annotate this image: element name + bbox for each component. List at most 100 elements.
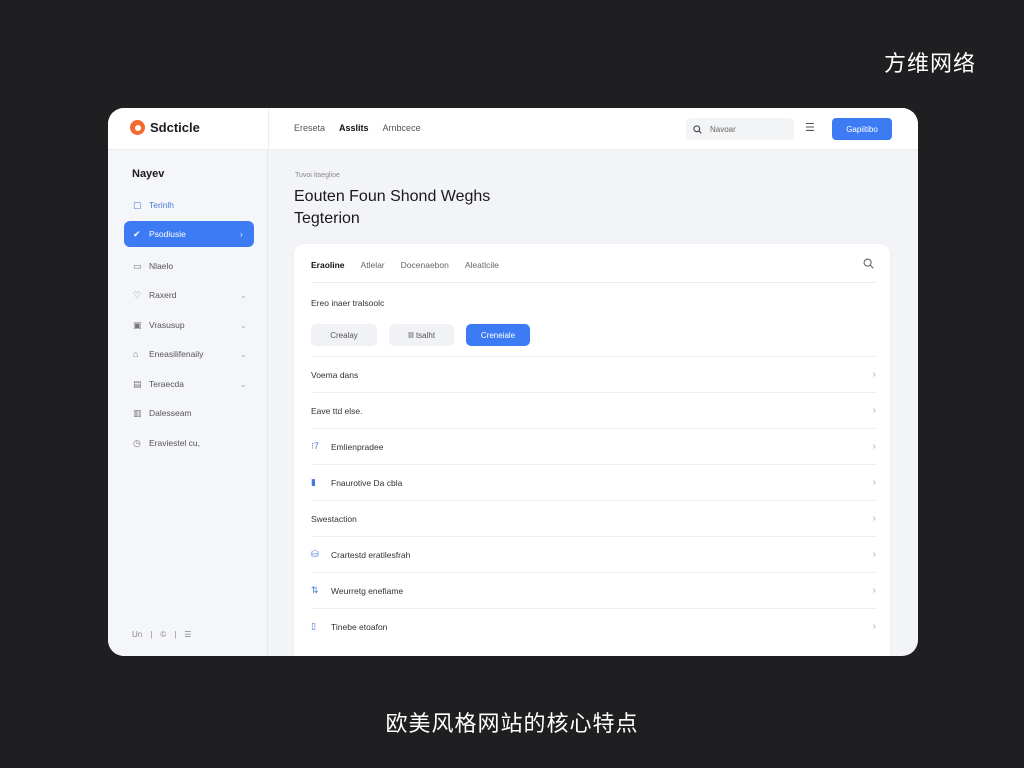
search-icon[interactable] — [863, 258, 874, 269]
folder-icon: ▥ — [133, 407, 142, 418]
sidebar-item-eraviestel[interactable]: ◷ Eraviestel cu, — [124, 430, 254, 456]
breadcrumb[interactable]: Tuvoi itaeglioe — [295, 172, 340, 179]
list-item[interactable]: Swestaction › — [311, 500, 876, 536]
chevron-down-icon: ⌄ — [240, 320, 247, 330]
sidebar-item-active[interactable]: ✔ Psodiusie › — [124, 221, 254, 247]
logo[interactable]: Sdcticle — [130, 120, 200, 135]
sidebar-item-label: Teraecda — [149, 379, 184, 389]
topbar-divider — [268, 108, 269, 150]
list-item[interactable]: ⇅ Weurretg enefiame › — [311, 572, 876, 608]
sidebar-item-label: Psodiusie — [149, 229, 186, 239]
option-button[interactable]: Ill tsalht — [389, 324, 454, 346]
sidebar-item-terinlh[interactable]: ▢ Terinlh — [124, 192, 254, 218]
list-item-label: Voema dans — [311, 369, 359, 380]
chevron-right-icon: › — [872, 621, 876, 632]
chevron-down-icon: ⌄ — [240, 349, 247, 359]
document-icon: ▮ — [311, 477, 316, 487]
tag-icon: ▭ — [133, 260, 142, 271]
app-window: Sdcticle Ereseta Asslits Arnbcece Navoar… — [108, 108, 918, 656]
image-icon: ▣ — [133, 319, 142, 330]
footer-text[interactable]: Un — [132, 630, 142, 639]
list-item[interactable]: ▯ Tinebe etoafon › — [311, 608, 876, 644]
search-input[interactable]: Navoar — [686, 118, 794, 140]
list-item[interactable]: Eave ttd else. › — [311, 392, 876, 428]
sidebar-footer: Un | © | ☰ — [132, 630, 191, 639]
top-nav-item-active[interactable]: Asslits — [339, 123, 369, 133]
logo-text: Sdcticle — [150, 120, 200, 135]
chevron-right-icon: › — [872, 405, 876, 416]
tab[interactable]: Docenaebon — [401, 260, 449, 270]
check-shield-icon: ✔ — [133, 228, 141, 239]
list-item[interactable]: ⁝7 Emlienpradee › — [311, 428, 876, 464]
sidebar-item-dalesseam[interactable]: ▥ Dalesseam — [124, 400, 254, 426]
sidebar-item-raxerd[interactable]: ♡ Raxerd ⌄ — [124, 282, 254, 308]
option-button[interactable]: Crealay — [311, 324, 377, 346]
settings-icon[interactable]: © — [160, 630, 166, 639]
sidebar-item-label: Dalesseam — [149, 408, 192, 418]
search-placeholder: Navoar — [710, 124, 736, 134]
card-tabs: Eraoline Atlelar Docenaebon Aleatlcile — [311, 260, 499, 270]
list-item-label: Crartestd eratilesfrah — [331, 549, 411, 560]
list-item[interactable]: ▮ Fnaurotive Da cbla › — [311, 464, 876, 500]
top-nav: Ereseta Asslits Arnbcece — [294, 123, 421, 133]
user-group-icon: ⛁ — [311, 549, 319, 559]
list-item-label: Tinebe etoafon — [331, 621, 388, 632]
list-item-label: Swestaction — [311, 513, 357, 524]
chevron-right-icon: › — [872, 477, 876, 488]
divider — [311, 282, 876, 283]
list-item-label: Weurretg enefiame — [331, 585, 404, 596]
book-icon: ▯ — [311, 621, 316, 631]
sidebar-item-label: Eraviestel cu, — [149, 438, 201, 448]
sidebar-item-label: Eneasilifenaily — [149, 349, 204, 359]
section-label: Ereo inaer tralsoolc — [311, 298, 385, 308]
primary-action-button[interactable]: Gapiitibo — [832, 118, 892, 140]
option-button-primary[interactable]: Creneiale — [466, 324, 530, 346]
sidebar-item-teraecda[interactable]: ▤ Teraecda ⌄ — [124, 371, 254, 397]
search-icon — [693, 124, 702, 134]
corner-brand-text: 方维网络 — [883, 52, 976, 77]
sidebar-item-label: Vrasusup — [149, 320, 185, 330]
tab[interactable]: Aleatlcile — [465, 260, 499, 270]
chevron-down-icon: ⌄ — [240, 379, 247, 389]
chevron-down-icon: ⌄ — [240, 290, 247, 300]
page-title-line: Tegterion — [294, 210, 360, 227]
caption-text: 欧美风格网站的核心特点 — [385, 712, 639, 737]
list-item-label: Eave ttd else. — [311, 405, 363, 416]
top-nav-item[interactable]: Ereseta — [294, 123, 325, 133]
sidebar-item-nlaelo[interactable]: ▭ Nlaelo — [124, 253, 254, 279]
pin-icon: ♡ — [133, 289, 142, 300]
content-card: Eraoline Atlelar Docenaebon Aleatlcile E… — [294, 244, 890, 656]
sidebar-item-label: Raxerd — [149, 290, 177, 300]
sidebar-item-eneasilifenaily[interactable]: ⌂ Eneasilifenaily ⌄ — [124, 341, 254, 367]
footer-separator: | — [150, 630, 153, 639]
sidebar-item-vrasusup[interactable]: ▣ Vrasusup ⌄ — [124, 312, 254, 338]
sidebar-item-label: Terinlh — [149, 200, 175, 210]
list-item-label: Fnaurotive Da cbla — [331, 477, 403, 488]
tab-active[interactable]: Eraoline — [311, 260, 345, 270]
chevron-right-icon: › — [872, 585, 876, 596]
list-item-label: Emlienpradee — [331, 441, 384, 452]
chevron-right-icon: › — [240, 229, 243, 239]
chevron-right-icon: › — [872, 513, 876, 524]
chevron-right-icon: › — [872, 549, 876, 560]
top-nav-item[interactable]: Arnbcece — [383, 123, 421, 133]
tab[interactable]: Atlelar — [361, 260, 385, 270]
square-icon: ▢ — [133, 199, 142, 210]
footer-separator: | — [174, 630, 177, 639]
list-item[interactable]: Voema dans › — [311, 356, 876, 392]
logo-icon — [130, 120, 145, 135]
page-title-line: Eouten Foun Shond Weghs — [294, 188, 491, 205]
bar-chart-icon: ⁝7 — [311, 441, 319, 451]
top-bar: Sdcticle Ereseta Asslits Arnbcece Navoar… — [108, 108, 918, 150]
clock-icon: ◷ — [133, 437, 141, 448]
list-item[interactable]: ⛁ Crartestd eratilesfrah › — [311, 536, 876, 572]
sidebar-title: Nayev — [132, 168, 165, 180]
trend-icon: ⇅ — [311, 585, 319, 595]
chevron-right-icon: › — [872, 369, 876, 380]
list-icon[interactable]: ☰ — [184, 630, 191, 639]
chevron-right-icon: › — [872, 441, 876, 452]
menu-icon[interactable]: ☰ — [805, 122, 815, 134]
sidebar: Nayev ▢ Terinlh ✔ Psodiusie › ▭ Nlaelo ♡… — [108, 150, 268, 656]
sidebar-item-label: Nlaelo — [149, 261, 174, 271]
page-title: Eouten Foun Shond Weghs Tegterion — [294, 186, 594, 230]
